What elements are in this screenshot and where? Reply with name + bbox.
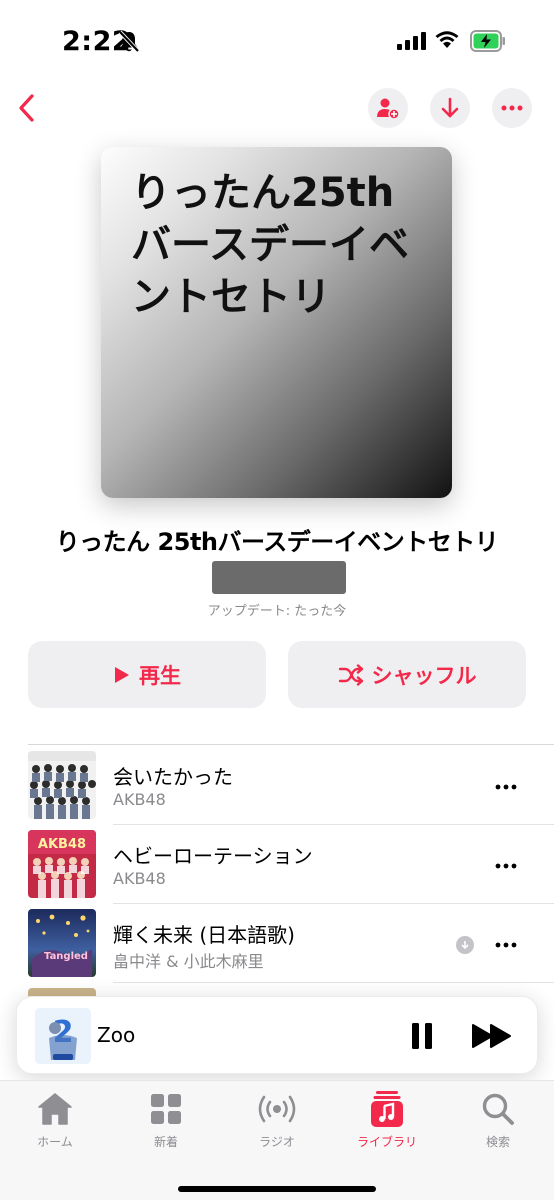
playlist-title: りったん 25thバースデーイベントセトリ: [55, 528, 499, 556]
track-title: 会いたかった: [113, 765, 233, 789]
track-artwork: [28, 751, 96, 819]
chevron-left-icon: [19, 94, 34, 122]
track-artwork: AKB48: [28, 830, 96, 898]
radio-icon: [258, 1095, 296, 1123]
add-collaborator-button[interactable]: [368, 88, 408, 128]
mini-player[interactable]: 2 Zoo: [16, 996, 538, 1074]
row-divider: [113, 903, 554, 904]
list-divider: [28, 744, 554, 745]
add-person-icon: [377, 98, 400, 119]
downloaded-icon: [456, 936, 474, 954]
more-icon: [495, 863, 517, 869]
play-icon: [115, 666, 129, 683]
tab-home[interactable]: ホーム: [5, 1091, 105, 1150]
home-icon: [38, 1093, 72, 1125]
tab-label: ライブラリ: [356, 1135, 417, 1149]
more-icon: [495, 942, 517, 948]
play-button[interactable]: 再生: [28, 641, 266, 708]
track-more-button[interactable]: [488, 772, 524, 802]
track-more-button[interactable]: [488, 930, 524, 960]
track-row[interactable]: Tangled 輝く未来 (日本語歌) 畠中洋 & 小此木麻里: [0, 905, 554, 983]
battery-charging-icon: [470, 30, 506, 56]
track-title: ヘビーローテーション: [113, 844, 313, 868]
download-icon: [441, 97, 459, 118]
grid-icon: [151, 1094, 181, 1124]
row-divider: [113, 824, 554, 825]
track-artwork: Tangled: [28, 909, 96, 977]
updated-label: アップデート: たった今: [207, 604, 347, 619]
pause-icon: [412, 1023, 432, 1049]
svg-text:AKB48: AKB48: [38, 837, 86, 852]
curator-name-redacted[interactable]: [212, 561, 346, 594]
tab-label: ホーム: [37, 1135, 73, 1149]
track-artist: 畠中洋 & 小此木麻里: [113, 952, 264, 971]
track-artist: AKB48: [113, 790, 166, 809]
tab-search[interactable]: 検索: [448, 1091, 548, 1150]
track-artist: AKB48: [113, 869, 166, 888]
shuffle-icon: [338, 663, 363, 686]
track-row[interactable]: 会いたかった AKB48: [0, 747, 554, 825]
back-button[interactable]: [8, 88, 44, 128]
signal-icon: [397, 32, 427, 54]
more-icon: [495, 784, 517, 790]
pause-button[interactable]: [403, 1017, 441, 1055]
bell-slash-icon: [118, 30, 140, 58]
tab-library[interactable]: ライブラリ: [337, 1091, 437, 1150]
artwork-title-text: りったん25thバースデーイベントセトリ: [131, 170, 409, 320]
track-title: 輝く未来 (日本語歌): [113, 923, 295, 947]
tab-radio[interactable]: ラジオ: [227, 1091, 327, 1150]
shuffle-button[interactable]: シャッフル: [288, 641, 526, 708]
more-icon: [501, 105, 523, 111]
track-more-button[interactable]: [488, 851, 524, 881]
more-options-button[interactable]: [492, 88, 532, 128]
row-divider: [113, 982, 554, 983]
now-playing-artwork: 2: [35, 1008, 91, 1064]
tab-label: 新着: [153, 1135, 178, 1149]
next-track-button[interactable]: [467, 1017, 517, 1055]
wifi-icon: [434, 30, 460, 54]
fast-forward-icon: [472, 1024, 511, 1048]
search-icon: [482, 1093, 514, 1125]
now-playing-title: Zoo: [97, 1023, 136, 1047]
tab-new[interactable]: 新着: [116, 1091, 216, 1150]
track-row[interactable]: AKB48 ヘビーローテーション AKB48: [0, 826, 554, 904]
library-icon: [371, 1091, 403, 1127]
play-label: 再生: [139, 663, 181, 688]
playlist-artwork: りったん25thバースデーイベントセトリ: [101, 147, 452, 498]
tab-label: 検索: [485, 1135, 510, 1149]
tab-label: ラジオ: [259, 1135, 295, 1149]
shuffle-label: シャッフル: [371, 663, 477, 688]
download-button[interactable]: [430, 88, 470, 128]
tab-bar: ホーム 新着 ラジオ ライブラリ 検索: [0, 1080, 554, 1200]
status-bar: 2:22: [0, 0, 554, 80]
home-indicator[interactable]: [178, 1186, 376, 1192]
svg-text:Tangled: Tangled: [44, 951, 88, 962]
